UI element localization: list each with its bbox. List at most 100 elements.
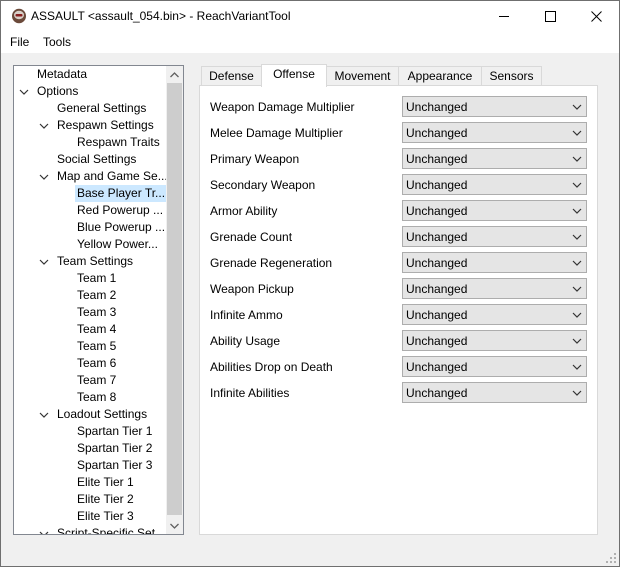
tree-item-label: Team Settings (57, 254, 134, 268)
tree-item[interactable]: Blue Powerup ... (75, 219, 167, 236)
tree-item-label: Metadata (37, 67, 88, 81)
tree-item[interactable]: Elite Tier 2 (75, 491, 136, 508)
tree-item[interactable]: Spartan Tier 1 (75, 423, 154, 440)
field-label: Weapon Damage Multiplier (210, 100, 355, 114)
dropdown-select[interactable]: Unchanged (402, 252, 587, 273)
tab-appearance[interactable]: Appearance (398, 66, 482, 86)
tree-item[interactable]: Social Settings (55, 151, 138, 168)
tree-item-label: Spartan Tier 1 (77, 424, 153, 438)
tree-item[interactable]: Script-Specific Set... (39, 525, 167, 535)
tree-item[interactable]: Map and Game Se... (39, 168, 170, 185)
chevron-down-icon (572, 182, 582, 188)
tree-item[interactable]: Team 2 (75, 287, 118, 304)
scroll-up-button[interactable] (166, 66, 183, 83)
tree-item[interactable]: Team Settings (39, 253, 135, 270)
dropdown-select[interactable]: Unchanged (402, 226, 587, 247)
tree-item[interactable]: Metadata (35, 66, 89, 83)
tree-item-label: Team 5 (77, 339, 117, 353)
tree-scrollbar[interactable] (166, 66, 183, 534)
tree-item-label: Social Settings (57, 152, 137, 166)
maximize-button[interactable] (527, 1, 573, 31)
tree-item[interactable]: Team 7 (75, 372, 118, 389)
tree-item-label: Team 3 (77, 305, 117, 319)
tree-item-label: Team 6 (77, 356, 117, 370)
chevron-down-icon (572, 286, 582, 292)
size-grip-icon[interactable] (605, 552, 617, 564)
tree-item[interactable]: Team 3 (75, 304, 118, 321)
dropdown-select[interactable]: Unchanged (402, 304, 587, 325)
dropdown-select[interactable]: Unchanged (402, 200, 587, 221)
tree-item[interactable]: Team 1 (75, 270, 118, 287)
tree-item-label: Options (37, 84, 79, 98)
dropdown-select[interactable]: Unchanged (402, 278, 587, 299)
tab-movement[interactable]: Movement (326, 66, 399, 86)
tree-item[interactable]: Elite Tier 3 (75, 508, 136, 525)
tree-item[interactable]: Elite Tier 1 (75, 474, 136, 491)
dropdown-select[interactable]: Unchanged (402, 382, 587, 403)
chevron-down-icon[interactable] (19, 87, 29, 97)
navigation-tree: Metadata Options General Settings Respawn S… (13, 65, 184, 535)
tree-item-label: Script-Specific Set... (57, 526, 166, 535)
dropdown-select[interactable]: Unchanged (402, 330, 587, 351)
tab-sensors[interactable]: Sensors (481, 66, 542, 86)
chevron-down-icon (572, 260, 582, 266)
tree-item[interactable]: Red Powerup ... (75, 202, 165, 219)
chevron-down-icon (572, 156, 582, 162)
chevron-down-icon (572, 208, 582, 214)
chevron-down-icon[interactable] (39, 257, 49, 267)
dropdown-select[interactable]: Unchanged (402, 356, 587, 377)
dropdown-select[interactable]: Unchanged (402, 96, 587, 117)
tree-item-label: Team 7 (77, 373, 117, 387)
tree-item[interactable]: Spartan Tier 2 (75, 440, 154, 457)
chevron-down-icon (572, 312, 582, 318)
chevron-down-icon[interactable] (39, 172, 49, 182)
chevron-down-icon[interactable] (39, 410, 49, 420)
menu-file[interactable]: File (10, 35, 29, 49)
tree-item[interactable]: Respawn Traits (75, 134, 162, 151)
tree-item-label: General Settings (57, 101, 147, 115)
title-bar[interactable]: ASSAULT <assault_054.bin> - ReachVariant… (1, 1, 619, 31)
chevron-down-icon (170, 523, 179, 529)
tree-item[interactable]: Base Player Tr... (75, 185, 168, 202)
chevron-down-icon (572, 338, 582, 344)
chevron-down-icon[interactable] (39, 121, 49, 131)
tree-item[interactable]: Team 5 (75, 338, 118, 355)
menu-tools[interactable]: Tools (43, 35, 71, 49)
tree-item[interactable]: Spartan Tier 3 (75, 457, 154, 474)
tree-item-label: Respawn Traits (77, 135, 160, 149)
tree-item-label: Map and Game Se... (57, 169, 168, 183)
tab-offense[interactable]: Offense (261, 64, 327, 87)
offense-panel: Weapon Damage Multiplier Unchanged Melee D… (199, 85, 598, 535)
tree-item-label: Respawn Settings (57, 118, 154, 132)
field-label: Infinite Abilities (210, 386, 290, 400)
chevron-down-icon (572, 390, 582, 396)
dropdown-select[interactable]: Unchanged (402, 148, 587, 169)
tree-item[interactable]: Yellow Power... (75, 236, 160, 253)
tree-item-label: Team 8 (77, 390, 117, 404)
dropdown-value: Unchanged (406, 100, 468, 114)
dropdown-value: Unchanged (406, 152, 468, 166)
dropdown-select[interactable]: Unchanged (402, 122, 587, 143)
tree-item[interactable]: Team 4 (75, 321, 118, 338)
tree-item[interactable]: General Settings (55, 100, 148, 117)
app-icon (12, 8, 26, 24)
tree-item-label: Team 4 (77, 322, 117, 336)
scroll-thumb[interactable] (167, 83, 182, 515)
tree-item[interactable]: Respawn Settings (39, 117, 156, 134)
close-button[interactable] (573, 1, 619, 31)
tree-item-label: Elite Tier 1 (77, 475, 134, 489)
scroll-down-button[interactable] (166, 517, 183, 534)
tab-defense[interactable]: Defense (201, 66, 262, 86)
chevron-down-icon[interactable] (39, 529, 49, 535)
tree-item[interactable]: Loadout Settings (39, 406, 149, 423)
tree-item[interactable]: Team 8 (75, 389, 118, 406)
tree-item-label: Spartan Tier 3 (77, 458, 153, 472)
minimize-button[interactable] (481, 1, 527, 31)
tree-item[interactable]: Team 6 (75, 355, 118, 372)
dropdown-value: Unchanged (406, 256, 468, 270)
tree-item[interactable]: Options (19, 83, 80, 100)
minimize-icon (498, 15, 509, 17)
dropdown-select[interactable]: Unchanged (402, 174, 587, 195)
field-label: Melee Damage Multiplier (210, 126, 343, 140)
dropdown-value: Unchanged (406, 308, 468, 322)
